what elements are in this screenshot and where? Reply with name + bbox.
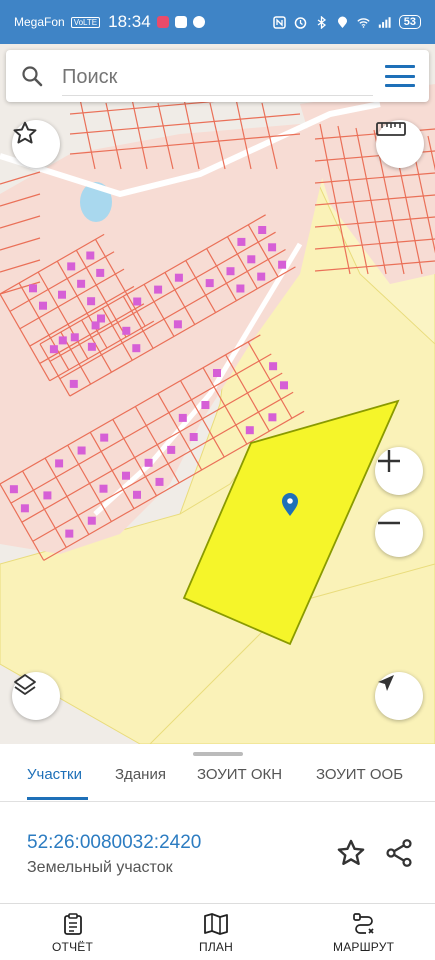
puzzle-app-icon <box>174 16 187 28</box>
ruler-icon <box>376 122 406 136</box>
search-input[interactable] <box>62 66 373 96</box>
messenger-app-icon <box>192 16 205 28</box>
heart-app-icon <box>156 16 169 28</box>
clock: 18:34 <box>108 12 151 31</box>
tab-zouit-okn[interactable]: ЗОУИТ ОКН <box>197 766 282 783</box>
map-canvas[interactable] <box>0 44 435 744</box>
favorite-button[interactable] <box>12 120 60 168</box>
parcel-type: Земельный участок <box>27 859 173 876</box>
cadastral-map[interactable] <box>0 44 435 744</box>
report-icon <box>63 913 82 935</box>
tab-buildings[interactable]: Здания <box>115 766 166 783</box>
star-icon <box>13 121 37 144</box>
wifi-icon <box>357 16 370 29</box>
alarm-icon <box>294 16 307 29</box>
battery-indicator: 53 <box>398 15 421 29</box>
bottom-navigation: ОТЧЁТ ПЛАН МАРШРУТ <box>0 903 435 960</box>
menu-button[interactable] <box>385 65 415 87</box>
zoom-in-button[interactable] <box>375 447 423 495</box>
map-icon <box>204 913 228 935</box>
tabs-divider <box>0 801 435 802</box>
navigation-arrow-icon <box>378 675 394 691</box>
active-tab-indicator <box>27 797 88 800</box>
share-icon <box>386 839 412 867</box>
plus-icon <box>378 450 400 472</box>
status-bar: MegaFon VoLTE 18:34 53 <box>0 0 435 44</box>
tab-zouit-oob[interactable]: ЗОУИТ ООБ <box>316 766 403 783</box>
volte-badge: VoLTE <box>70 16 101 28</box>
ruler-button[interactable] <box>376 120 424 168</box>
nav-report-label: ОТЧЁТ <box>52 940 94 954</box>
nfc-icon <box>273 15 286 29</box>
hamburger-line <box>385 74 415 78</box>
sheet-drag-handle[interactable] <box>193 752 243 756</box>
search-bar <box>6 50 429 102</box>
zoom-out-button[interactable] <box>375 509 423 557</box>
hamburger-line <box>385 65 415 68</box>
route-icon <box>352 913 374 934</box>
search-icon[interactable] <box>20 64 44 88</box>
layer-tabs: Участки Здания ЗОУИТ ОКН ЗОУИТ ООБ <box>0 758 435 802</box>
minus-icon <box>378 521 400 525</box>
bluetooth-icon <box>315 15 328 29</box>
hamburger-line <box>385 84 415 87</box>
tab-parcels[interactable]: Участки <box>27 766 82 783</box>
add-to-favorites-button[interactable] <box>335 837 367 869</box>
layers-icon <box>14 674 36 695</box>
nav-report[interactable]: ОТЧЁТ <box>52 912 93 954</box>
my-location-button[interactable] <box>375 672 423 720</box>
share-button[interactable] <box>383 837 415 869</box>
carrier-name: MegaFon <box>14 15 65 29</box>
location-icon <box>336 16 349 29</box>
nav-route[interactable]: МАРШРУТ <box>333 912 394 954</box>
nav-plan-label: ПЛАН <box>199 940 233 954</box>
nav-route-label: МАРШРУТ <box>333 940 395 954</box>
layers-button[interactable] <box>12 672 60 720</box>
cadastral-number[interactable]: 52:26:0080032:2420 <box>27 832 201 854</box>
signal-icon <box>378 16 391 29</box>
nav-plan[interactable]: ПЛАН <box>199 912 233 954</box>
star-outline-icon <box>337 839 365 865</box>
